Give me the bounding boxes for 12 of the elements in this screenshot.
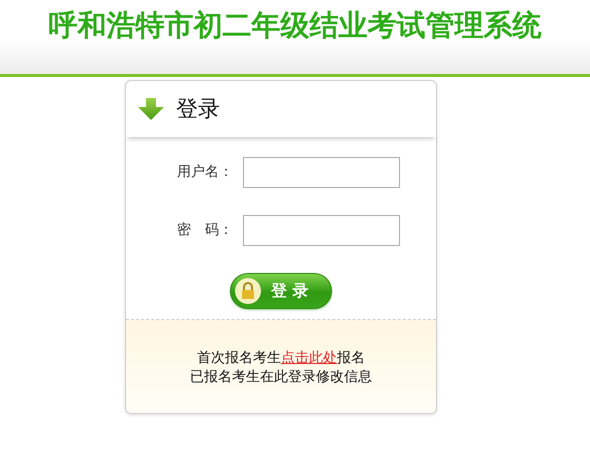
down-arrow-icon bbox=[138, 98, 164, 120]
panel-title: 登录 bbox=[176, 96, 220, 124]
login-button[interactable]: 登 录 bbox=[230, 273, 332, 309]
page-title: 呼和浩特市初二年级结业考试管理系统 bbox=[48, 8, 542, 43]
note-text: 首次报名考生点击此处报名 bbox=[197, 348, 365, 368]
lock-icon bbox=[235, 278, 261, 304]
field-label: 密 码： bbox=[176, 221, 234, 240]
field-label: 用户名： bbox=[176, 163, 234, 182]
note-text: 已报名考生在此登录修改信息 bbox=[190, 368, 372, 386]
input-field[interactable] bbox=[243, 215, 400, 246]
register-link[interactable]: 点击此处 bbox=[281, 350, 337, 366]
input-field[interactable] bbox=[243, 157, 400, 188]
